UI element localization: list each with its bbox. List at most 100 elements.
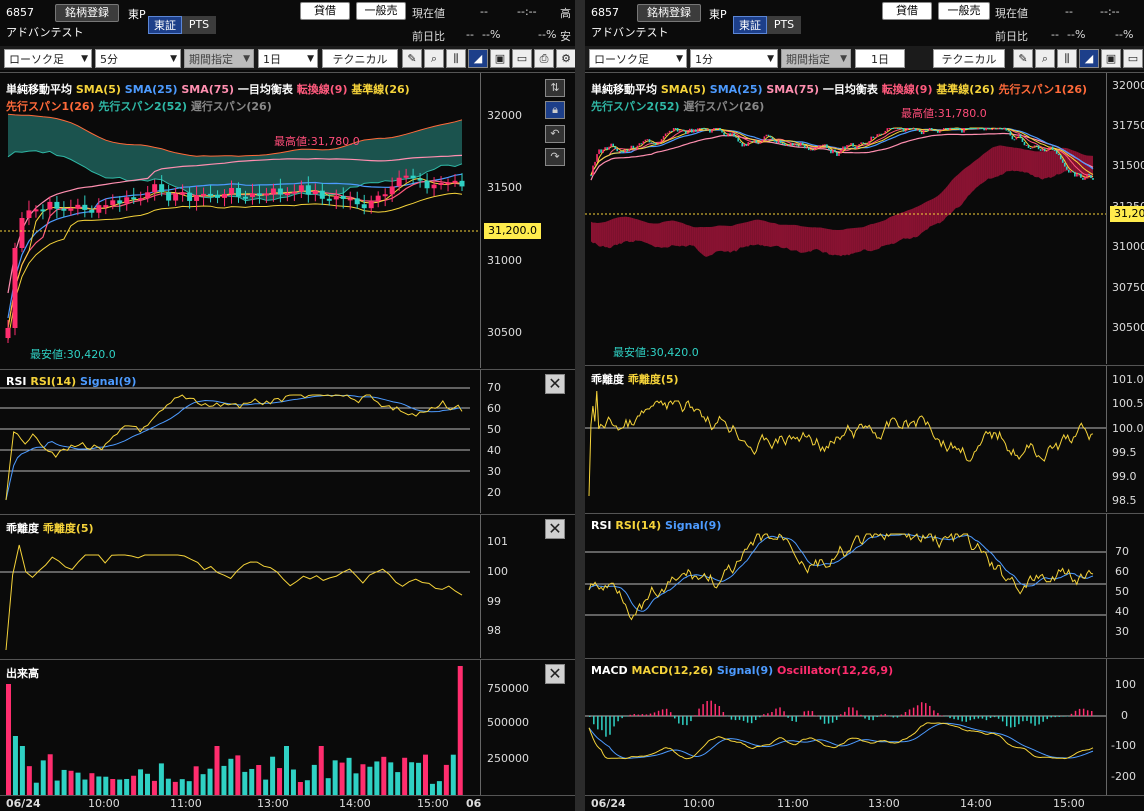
close-icon[interactable]: ✕ — [545, 374, 565, 394]
pts-toggle[interactable]: PTS — [182, 16, 216, 34]
candle-body — [660, 139, 663, 143]
left-deviation-panel: 101 100 99 98 乖離度 乖離度(5) ✕ — [0, 514, 575, 658]
candle-body — [110, 200, 116, 206]
settings-icon[interactable]: ⚙ — [556, 49, 575, 68]
ichimoku-cloud — [865, 225, 868, 251]
print-icon[interactable]: ⎙ — [534, 49, 554, 68]
candle-body — [305, 185, 311, 195]
candle-body — [896, 128, 899, 129]
technical-button[interactable]: テクニカル — [933, 49, 1005, 68]
tse-toggle[interactable]: 東証 — [733, 16, 767, 34]
save-icon[interactable]: ▣ — [1101, 49, 1121, 68]
candle-body — [1070, 171, 1072, 173]
loan-button[interactable]: 貸借 — [882, 2, 932, 20]
pane-divider[interactable] — [575, 0, 585, 811]
oscillator-bar — [908, 709, 911, 716]
technical-button[interactable]: テクニカル — [322, 49, 398, 68]
ichimoku-cloud — [875, 222, 878, 250]
period-select[interactable]: 期間指定 ▼ — [184, 49, 254, 68]
rsi-tick: 70 — [487, 381, 501, 394]
zoom-icon[interactable]: ⌕ — [424, 49, 444, 68]
oscillator-bar — [674, 716, 676, 719]
interval-select[interactable]: 5分 ▼ — [95, 49, 181, 68]
candle-body — [612, 143, 614, 147]
candle-body — [12, 248, 18, 328]
area-chart-icon[interactable]: ◢ — [1079, 49, 1099, 68]
ichimoku-cloud — [639, 220, 642, 242]
ichimoku-cloud — [750, 220, 753, 246]
tse-toggle[interactable]: 東証 — [148, 16, 182, 34]
candle-body — [735, 136, 737, 138]
days-select[interactable]: 1日 — [855, 49, 905, 68]
candle-body — [124, 197, 130, 204]
left-price-panel: 32000 31500 31000 30500 31,200.0 単純移動平均 … — [0, 72, 575, 368]
candle-body — [763, 136, 766, 140]
close-icon[interactable]: ✕ — [545, 664, 565, 684]
save-icon[interactable]: ▣ — [490, 49, 510, 68]
candle-body — [630, 145, 633, 149]
oscillator-bar — [799, 716, 802, 717]
folder-icon[interactable]: ▭ — [1123, 49, 1143, 68]
pts-toggle[interactable]: PTS — [767, 16, 801, 34]
oscillator-bar — [625, 716, 627, 717]
candle-body — [777, 140, 780, 144]
pen-icon[interactable]: ✎ — [1013, 49, 1033, 68]
zoom-icon[interactable]: ⌕ — [1035, 49, 1055, 68]
ichimoku-cloud — [643, 221, 646, 243]
candle-body — [977, 128, 979, 129]
candle-body — [838, 153, 840, 156]
collapse-icon[interactable]: ⇅ — [545, 79, 565, 97]
compare-icon[interactable]: ⫼ — [1057, 49, 1077, 68]
interval-select[interactable]: 1分 ▼ — [690, 49, 778, 68]
register-button[interactable]: 銘柄登録 — [55, 4, 119, 22]
chart-type-select[interactable]: ローソク足 ▼ — [589, 49, 687, 68]
days-select[interactable]: 1日 ▼ — [258, 49, 318, 68]
ichimoku-cloud — [891, 215, 894, 245]
rsi-axis: 70 60 50 40 30 — [1106, 514, 1144, 657]
ichimoku-cloud — [947, 182, 950, 216]
current-price-tag: 31,200.0 — [484, 223, 541, 239]
volume-bar — [75, 772, 81, 796]
candle-body — [598, 149, 600, 155]
oscillator-bar — [641, 714, 644, 716]
ichimoku-cloud — [653, 223, 656, 248]
candle-body — [725, 134, 727, 137]
ichimoku-cloud — [756, 219, 759, 245]
candle-body — [1055, 150, 1058, 154]
ichimoku-cloud — [1082, 154, 1085, 180]
candle-body — [68, 208, 74, 211]
candle-body — [836, 152, 838, 156]
ichimoku-cloud — [980, 155, 983, 185]
volume-bar — [207, 768, 213, 796]
macd-label: MACD(12,26) — [631, 664, 714, 677]
candle-body — [592, 165, 594, 176]
chart-type-select[interactable]: ローソク足 ▼ — [4, 49, 92, 68]
candle-body — [771, 137, 774, 140]
close-icon[interactable]: ✕ — [545, 519, 565, 539]
candle-body — [701, 128, 703, 129]
area-chart-icon[interactable]: ◢ — [468, 49, 488, 68]
signal-label: Signal(9) — [716, 664, 774, 677]
ichimoku-cloud — [1000, 145, 1003, 175]
general-sell-button[interactable]: 一般売 — [938, 2, 990, 20]
general-sell-button[interactable]: 一般売 — [356, 2, 406, 20]
candle-body — [751, 140, 754, 142]
undo-icon[interactable]: ↶ — [545, 125, 565, 143]
oscillator-bar — [945, 716, 947, 717]
loan-button[interactable]: 貸借 — [300, 2, 350, 20]
compare-icon[interactable]: ⫼ — [446, 49, 466, 68]
candle-body — [1011, 135, 1014, 140]
folder-icon[interactable]: ▭ — [512, 49, 532, 68]
candle-body — [596, 154, 598, 162]
pen-icon[interactable]: ✎ — [402, 49, 422, 68]
candle-body — [624, 149, 627, 153]
lock-icon[interactable]: 🔒︎ — [545, 101, 565, 119]
market-label: 東P — [128, 8, 146, 21]
register-button[interactable]: 銘柄登録 — [637, 4, 701, 22]
redo-icon[interactable]: ↷ — [545, 148, 565, 166]
ichimoku-cloud — [1030, 150, 1033, 176]
candle-body — [965, 128, 967, 129]
period-select[interactable]: 期間指定 ▼ — [781, 49, 851, 68]
candle-body — [705, 128, 707, 130]
ichimoku-cloud — [802, 226, 805, 253]
